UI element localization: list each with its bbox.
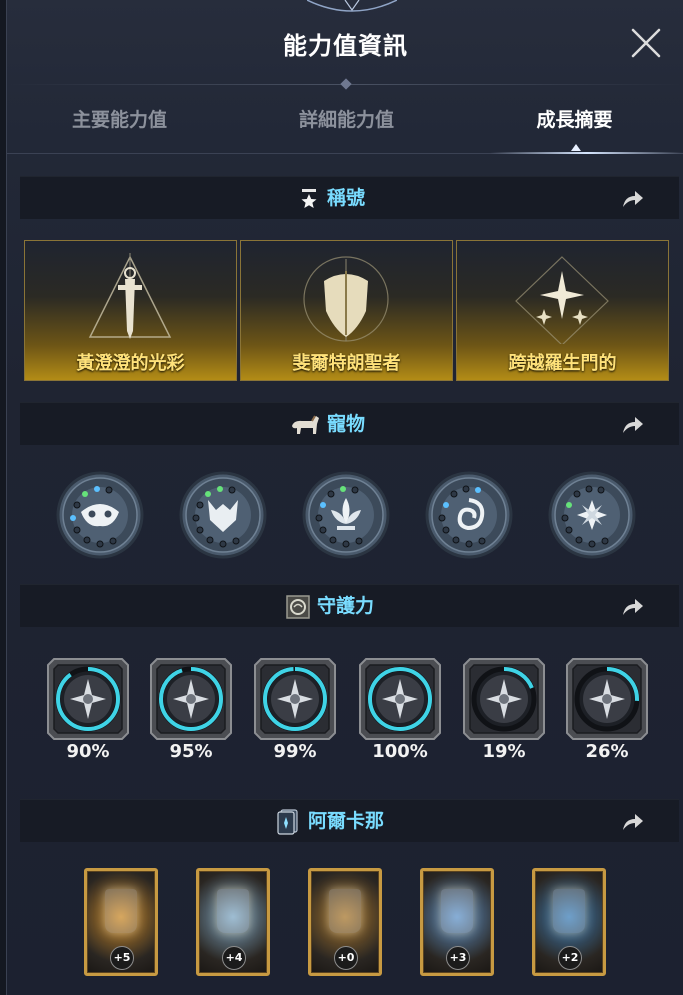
guardian-percent: 99% <box>273 741 317 762</box>
sword-triangle-emblem-icon <box>88 253 172 339</box>
guardian-slot[interactable] <box>563 655 651 743</box>
crossed-spears-icon <box>359 658 441 740</box>
flower-star-icon <box>548 471 636 559</box>
stats-panel: 能力值資訊 主要能力值 詳細能力值 成長摘要 稱號 黃澄澄的光彩 斐爾特朗聖者 … <box>6 0 683 995</box>
guardian-percent: 26% <box>585 741 629 762</box>
shield-sword-icon <box>47 658 129 740</box>
arcana-card[interactable]: +2 <box>532 868 606 976</box>
wing-sword-icon <box>150 658 232 740</box>
section-header-titles: 稱號 <box>20 176 679 219</box>
guardian-percent: 95% <box>169 741 213 762</box>
title-name: 黃澄澄的光彩 <box>76 353 185 374</box>
title-card[interactable]: 黃澄澄的光彩 <box>24 240 237 381</box>
arcana-level-badge: +4 <box>222 946 246 970</box>
owl-mask-icon <box>56 471 144 559</box>
arcana-card[interactable]: +5 <box>84 868 158 976</box>
arcana-card[interactable]: +3 <box>420 868 494 976</box>
title-name: 斐爾特朗聖者 <box>292 353 401 374</box>
tab-main-stats[interactable]: 主要能力值 <box>7 96 232 154</box>
arcana-card[interactable]: +4 <box>196 868 270 976</box>
sword-coins-card-icon <box>329 889 361 933</box>
guardian-percent: 19% <box>482 741 526 762</box>
guardian-percent: 100% <box>372 741 428 762</box>
shield-emblem-icon <box>303 256 389 342</box>
close-button[interactable] <box>629 26 663 60</box>
share-arrow-icon[interactable] <box>620 188 646 210</box>
share-arrow-icon[interactable] <box>620 596 646 618</box>
pet-slot[interactable] <box>547 470 637 560</box>
arcana-card[interactable]: +0 <box>308 868 382 976</box>
golden-chalice-card-icon <box>105 889 137 933</box>
stained-window-card-icon <box>217 889 249 933</box>
star-medal-icon <box>301 189 317 208</box>
guardian-slot[interactable] <box>251 655 339 743</box>
close-icon <box>631 28 661 58</box>
guardian-rune-icon <box>286 595 310 619</box>
water-vortex-card-icon <box>553 889 585 933</box>
pet-slot[interactable] <box>301 470 391 560</box>
arcana-level-badge: +0 <box>334 946 358 970</box>
pet-slot[interactable] <box>424 470 514 560</box>
top-ornament-icon <box>307 0 397 12</box>
crescent-icon <box>566 658 648 740</box>
section-header-pets: 寵物 <box>20 402 679 445</box>
title-card[interactable]: 跨越羅生門的 <box>456 240 669 381</box>
section-header-arcana: 阿爾卡那 <box>20 799 679 842</box>
title-diamond-icon <box>340 78 352 90</box>
section-title-guardian: 守護力 <box>317 595 375 617</box>
vortex-icon <box>425 471 513 559</box>
share-arrow-icon[interactable] <box>620 414 646 436</box>
ice-crystal-card-icon <box>441 889 473 933</box>
pet-slot[interactable] <box>55 470 145 560</box>
guardian-slot[interactable] <box>460 655 548 743</box>
guardian-slot[interactable] <box>147 655 235 743</box>
title-name: 跨越羅生門的 <box>508 353 617 374</box>
active-tab-caret-icon <box>571 144 581 151</box>
bird-sword-icon <box>254 658 336 740</box>
star-diamond-emblem-icon <box>515 256 609 344</box>
window-title: 能力值資訊 <box>283 32 408 60</box>
arcana-level-badge: +3 <box>446 946 470 970</box>
section-title-arcana: 阿爾卡那 <box>308 810 385 832</box>
wolf-head-icon <box>179 471 267 559</box>
section-title-titles: 稱號 <box>327 187 366 209</box>
guardian-slot[interactable] <box>44 655 132 743</box>
arcana-level-badge: +5 <box>110 946 134 970</box>
section-header-guardian: 守護力 <box>20 584 679 627</box>
arcana-level-badge: +2 <box>558 946 582 970</box>
card-icon <box>277 809 298 835</box>
horse-icon <box>292 415 319 434</box>
guardian-percent: 90% <box>66 741 110 762</box>
active-tab-indicator <box>490 152 683 154</box>
pet-slot[interactable] <box>178 470 268 560</box>
guardian-slot[interactable] <box>356 655 444 743</box>
compass-star-icon <box>463 658 545 740</box>
section-title-pets: 寵物 <box>327 413 366 435</box>
tab-bar: 主要能力值 詳細能力值 成長摘要 <box>7 96 683 154</box>
lotus-icon <box>302 471 390 559</box>
title-card[interactable]: 斐爾特朗聖者 <box>240 240 453 381</box>
share-arrow-icon[interactable] <box>620 811 646 833</box>
tab-detailed-stats[interactable]: 詳細能力值 <box>234 96 459 154</box>
